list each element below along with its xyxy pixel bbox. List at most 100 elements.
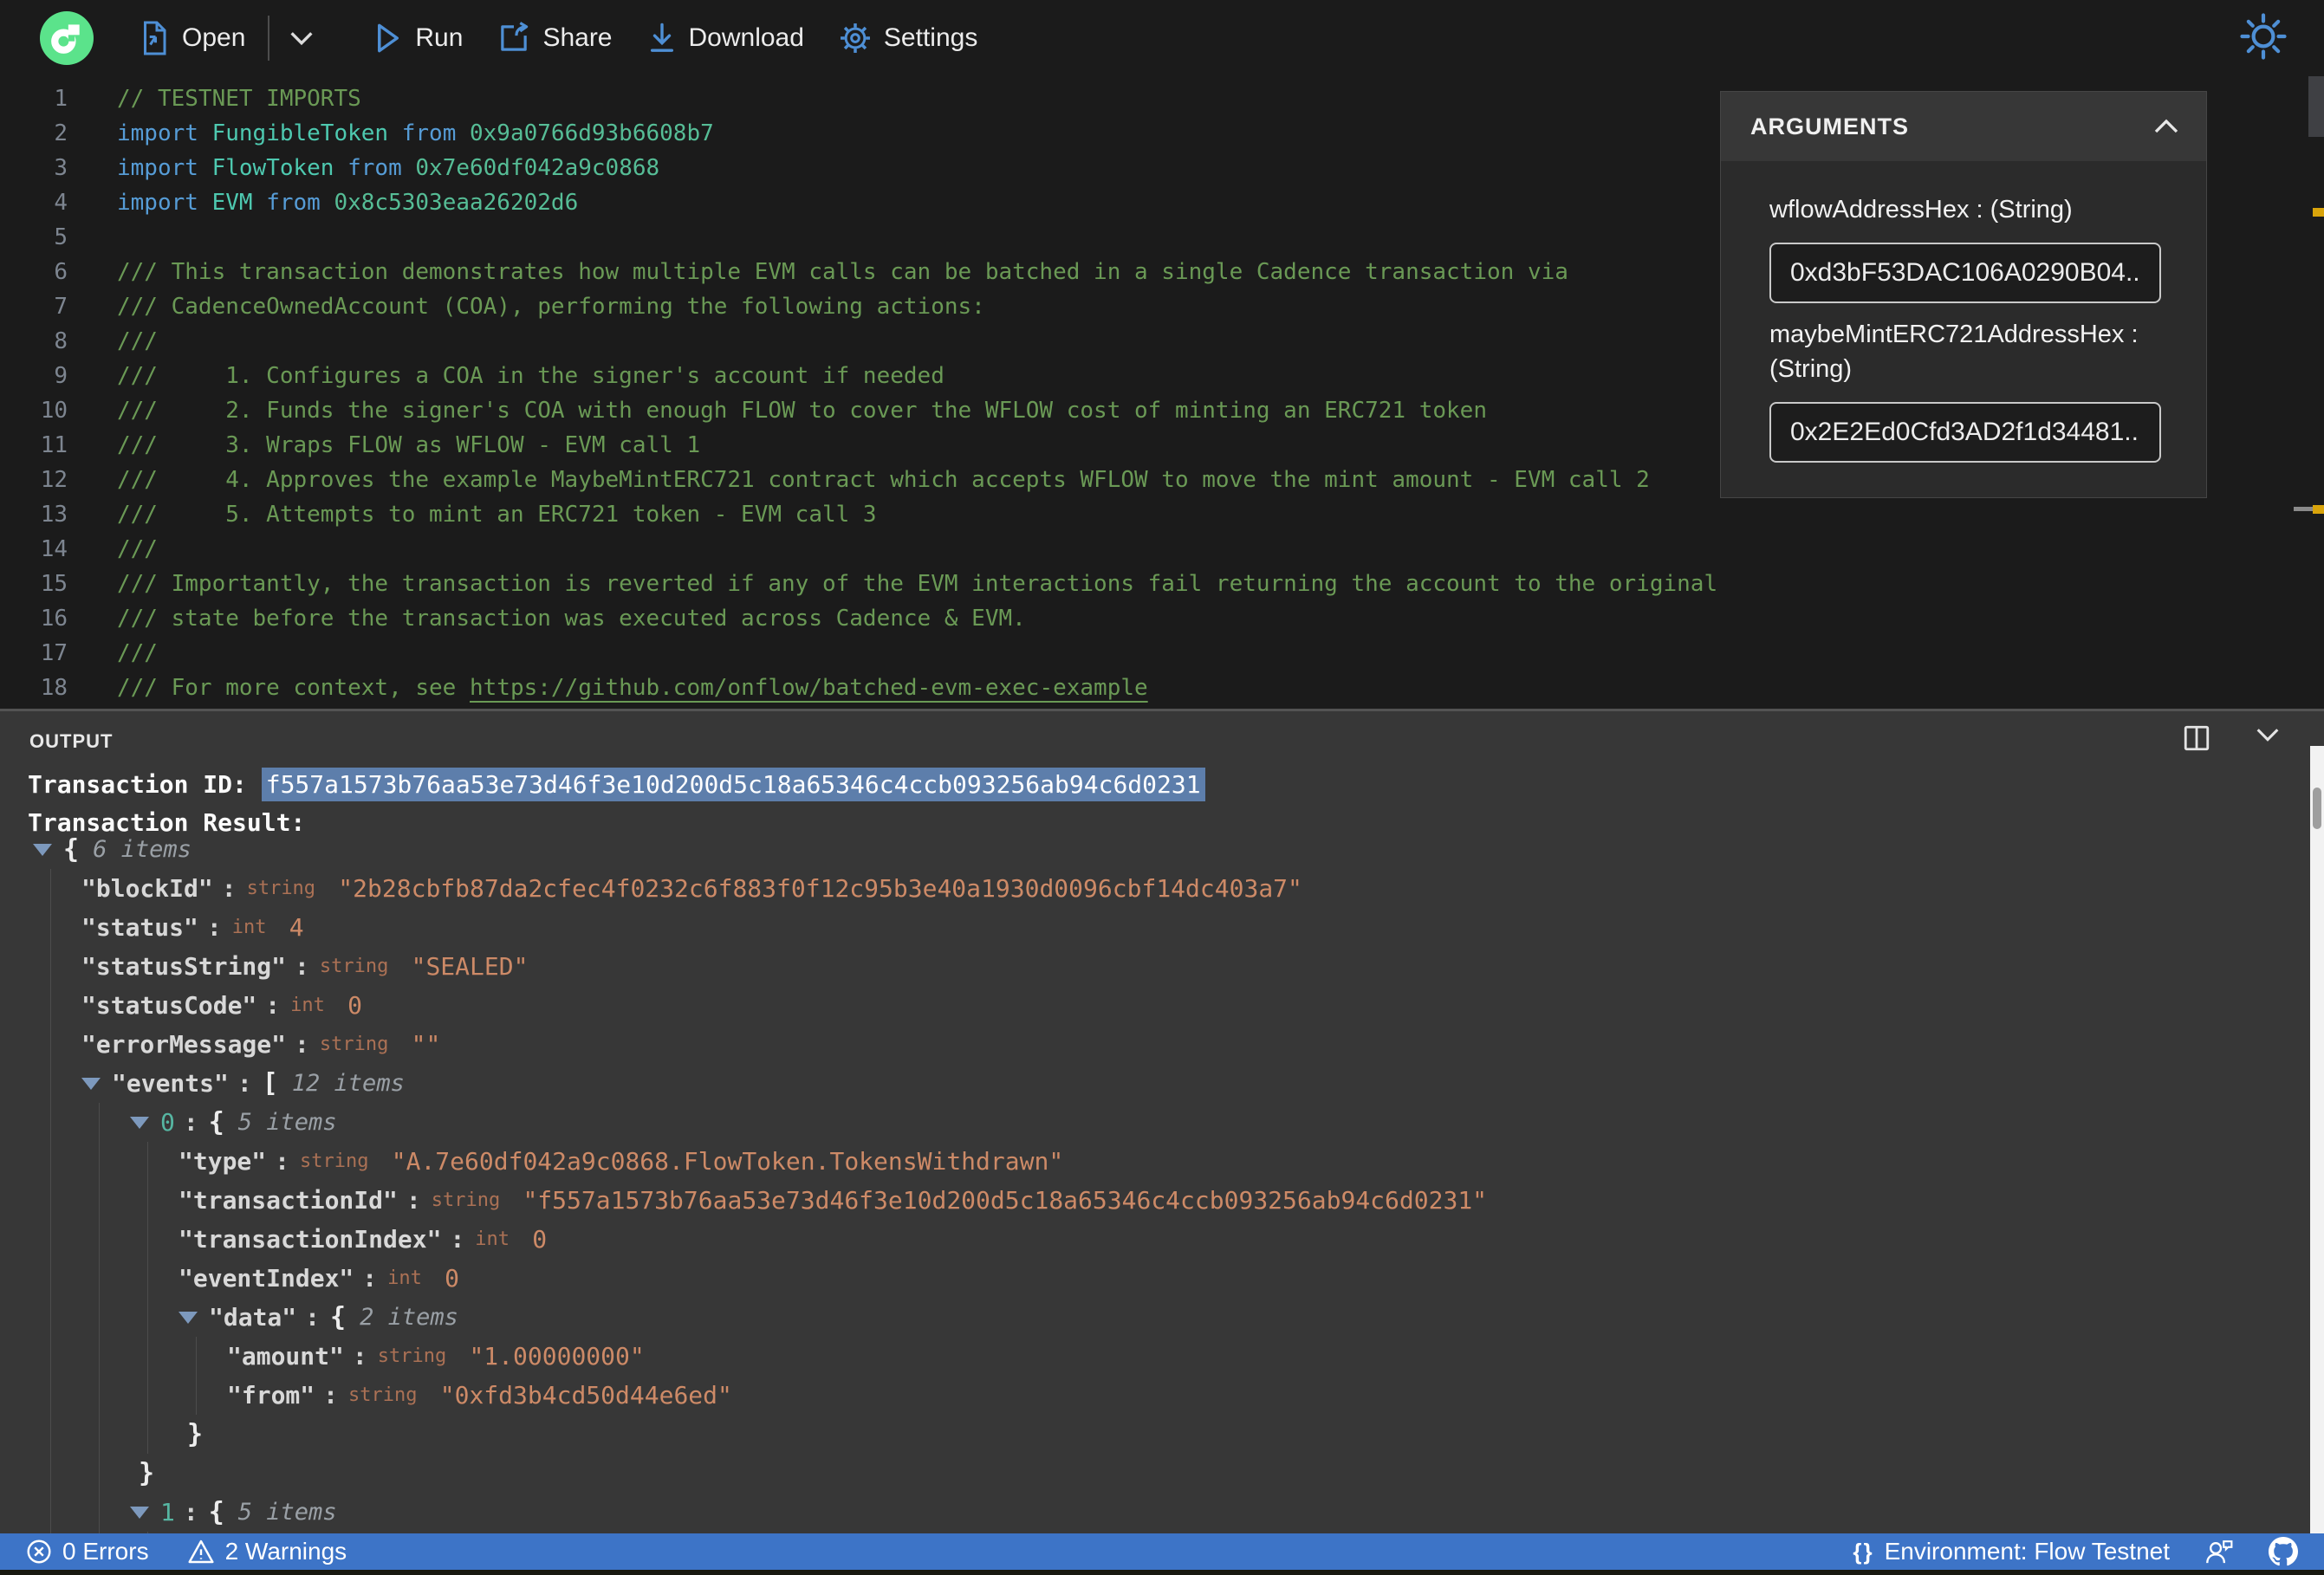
output-panel: OUTPUT Transaction ID: f557a1573b76aa53e… <box>0 709 2324 1533</box>
run-button[interactable]: Run <box>373 22 463 55</box>
tree-key: "amount" <box>227 1342 344 1371</box>
line-number: 3 <box>54 155 68 181</box>
feedback-button[interactable] <box>2204 1538 2234 1565</box>
warnings-status[interactable]: 2 Warnings <box>187 1538 347 1565</box>
argument-input-1[interactable] <box>1769 402 2161 463</box>
code-text: /// state before the transaction was exe… <box>117 606 1026 632</box>
open-button[interactable]: Open <box>139 21 245 55</box>
transaction-id-value[interactable]: f557a1573b76aa53e73d46f3e10d200d5c18a653… <box>261 768 1205 801</box>
tree-item-count: 12 items <box>291 1070 405 1097</box>
settings-button[interactable]: Settings <box>839 22 977 55</box>
tree-type-label: string <box>246 878 328 899</box>
tree-row: "amount": string "1.00000000" <box>0 1337 2305 1376</box>
environment-label: Environment: Flow Testnet <box>1884 1538 2170 1565</box>
code-segment: /// 2. Funds the signer's COA with enoug… <box>117 398 1487 424</box>
line-number: 6 <box>54 259 68 285</box>
tree-type-label: string <box>348 1384 429 1406</box>
indent-guide <box>50 1454 51 1493</box>
indent-guide <box>50 1298 51 1337</box>
tree-value: "0xfd3b4cd50d44e6ed" <box>439 1381 732 1410</box>
flow-logo[interactable] <box>40 11 94 65</box>
collapse-arrow-icon[interactable] <box>179 1311 198 1324</box>
collapse-chevron-up-icon[interactable] <box>2151 116 2182 137</box>
line-number: 16 <box>40 606 68 632</box>
environment-selector[interactable]: {} Environment: Flow Testnet <box>1853 1538 2170 1565</box>
tree-item-count: 2 items <box>360 1304 458 1331</box>
github-link[interactable] <box>2269 1537 2298 1566</box>
tree-index: 1 <box>160 1498 175 1526</box>
code-segment: 0x8c5303eaa26202d6 <box>334 190 579 216</box>
output-actions <box>2182 723 2282 753</box>
indent-guide <box>147 1415 148 1454</box>
output-scrollbar-thumb[interactable] <box>2313 788 2321 829</box>
line-number: 5 <box>54 224 68 250</box>
indent-guide <box>50 1181 51 1220</box>
code-line: 14 /// <box>0 532 2324 567</box>
code-segment: FungibleToken <box>211 120 389 146</box>
tree-colon: : <box>265 991 281 1020</box>
code-segment: FlowToken <box>211 155 334 181</box>
code-text: import FlowToken from 0x7e60df042a9c0868 <box>117 155 659 181</box>
run-label: Run <box>415 23 464 52</box>
indent-guide <box>99 1142 100 1181</box>
tree-key: "type" <box>179 1147 267 1176</box>
tree-brace: { <box>330 1302 347 1332</box>
flow-logo-glyph <box>51 24 80 54</box>
collapse-arrow-icon[interactable] <box>81 1077 101 1090</box>
code-text: /// For more context, see https://github… <box>117 675 1148 701</box>
code-line: 18 /// For more context, see https://gith… <box>0 671 2324 705</box>
code-segment: from <box>388 120 470 146</box>
tree-brace: } <box>139 1458 155 1488</box>
indent-guide <box>99 1220 100 1259</box>
errors-status[interactable]: 0 Errors <box>26 1538 149 1565</box>
output-scrollbar-track[interactable] <box>2310 746 2324 1533</box>
code-segment: /// <box>117 640 158 666</box>
code-segment: /// 3. Wraps FLOW as WFLOW - EVM call 1 <box>117 432 701 458</box>
editor-scrollbar[interactable] <box>2308 76 2324 137</box>
code-link[interactable]: https://github.com/onflow/batched-evm-ex… <box>470 675 1148 701</box>
code-segment: /// state before the transaction was exe… <box>117 606 1026 632</box>
code-segment: /// <box>117 536 158 562</box>
download-button[interactable]: Download <box>647 21 804 55</box>
open-dropdown-chevron-icon[interactable] <box>287 28 316 49</box>
tree-row: {6 items <box>0 830 2305 869</box>
arguments-panel-header[interactable]: ARGUMENTS <box>1721 92 2206 161</box>
tree-row: "status": int 4 <box>0 908 2305 947</box>
tree-type-label: int <box>290 995 337 1016</box>
split-panel-icon[interactable] <box>2182 723 2211 753</box>
tree-brace: [ <box>262 1068 278 1099</box>
indent-guide <box>99 1298 100 1337</box>
code-text: /// 3. Wraps FLOW as WFLOW - EVM call 1 <box>117 432 700 458</box>
collapse-arrow-icon[interactable] <box>130 1506 149 1519</box>
line-number: 13 <box>40 502 68 528</box>
tree-type-label: string <box>319 956 400 977</box>
tree-index: 0 <box>160 1108 175 1137</box>
share-button[interactable]: Share <box>497 22 613 55</box>
code-text: /// 4. Approves the example MaybeMintERC… <box>117 467 1650 493</box>
indent-guide <box>147 1298 148 1337</box>
code-segment: 0x9a0766d93b6608b7 <box>470 120 714 146</box>
argument-input-0[interactable] <box>1769 243 2161 303</box>
indent-guide <box>99 1454 100 1493</box>
line-number: 15 <box>40 571 68 597</box>
collapse-output-chevron-icon[interactable] <box>2253 723 2282 753</box>
line-number: 8 <box>54 328 68 354</box>
tree-colon: : <box>206 913 222 942</box>
tree-brace: { <box>63 834 80 865</box>
theme-toggle-sun-icon[interactable] <box>2239 12 2288 65</box>
download-label: Download <box>688 23 804 52</box>
code-text: /// <box>117 536 158 562</box>
line-number: 12 <box>40 467 68 493</box>
bottom-edge-strip <box>0 1570 2324 1575</box>
code-segment: 0x7e60df042a9c0868 <box>415 155 660 181</box>
tree-value: 4 <box>289 913 304 942</box>
code-segment: // TESTNET IMPORTS <box>117 86 361 112</box>
collapse-arrow-icon[interactable] <box>33 843 52 856</box>
collapse-arrow-icon[interactable] <box>130 1116 149 1129</box>
share-icon <box>497 22 530 55</box>
tree-item-count: 5 items <box>237 1499 337 1526</box>
tree-key: "events" <box>112 1069 229 1098</box>
indent-guide <box>50 947 51 986</box>
tree-row: "type": string "A.7e60df042a9c0868.FlowTo… <box>0 1142 2305 1181</box>
tree-brace: } <box>187 1419 204 1449</box>
